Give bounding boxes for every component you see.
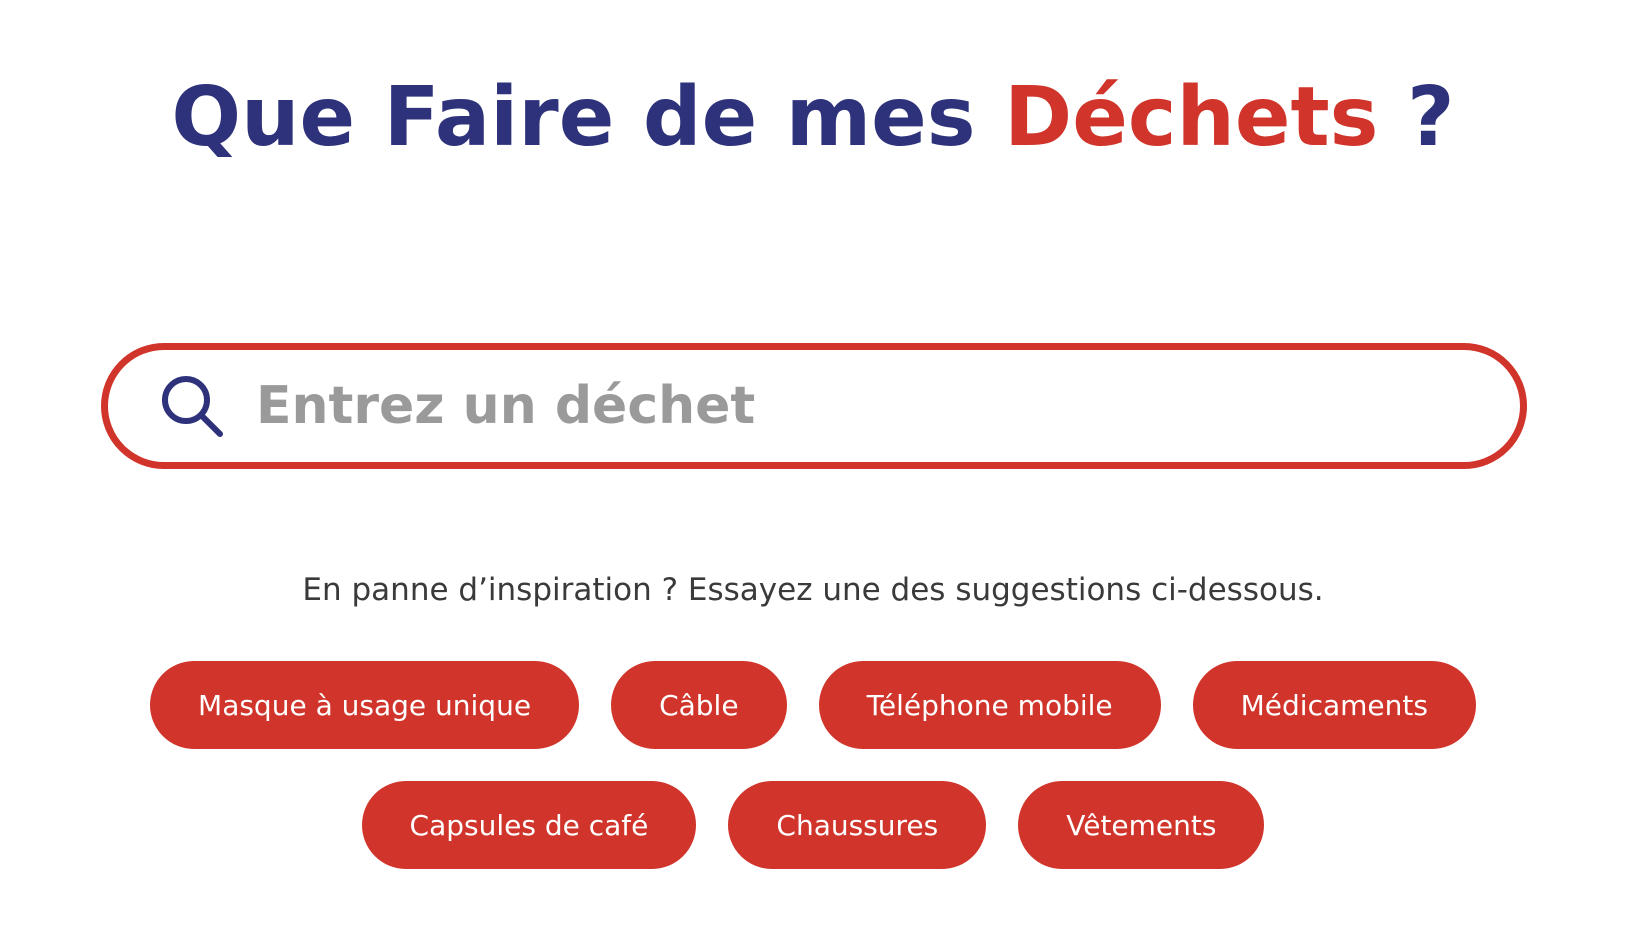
suggestion-vetements-button[interactable]: Vêtements (1018, 781, 1265, 869)
search-icon (162, 376, 223, 437)
suggestion-telephone-button[interactable]: Téléphone mobile (818, 661, 1161, 749)
suggestions-hint: En panne d’inspiration ? Essayez une des… (302, 572, 1324, 608)
suggestion-chaussures-button[interactable]: Chaussures (728, 781, 987, 869)
suggestion-medicaments-button[interactable]: Médicaments (1192, 661, 1476, 749)
suggestion-row-1: Masque à usage unique Câble Téléphone mo… (0, 661, 1626, 749)
title-main: Que Faire de mes (171, 70, 976, 165)
suggestion-cable-button[interactable]: Câble (611, 661, 787, 749)
search-bar[interactable] (101, 343, 1527, 469)
title-accent: Déchets (1004, 70, 1379, 165)
title-question-mark: ? (1407, 70, 1455, 165)
suggestion-row-2: Capsules de café Chaussures Vêtements (0, 781, 1626, 869)
suggestion-masque-button[interactable]: Masque à usage unique (150, 661, 580, 749)
search-input[interactable] (256, 366, 1486, 446)
suggestion-capsules-button[interactable]: Capsules de café (361, 781, 697, 869)
page-title: Que Faire de mes Déchets ? (0, 68, 1626, 168)
